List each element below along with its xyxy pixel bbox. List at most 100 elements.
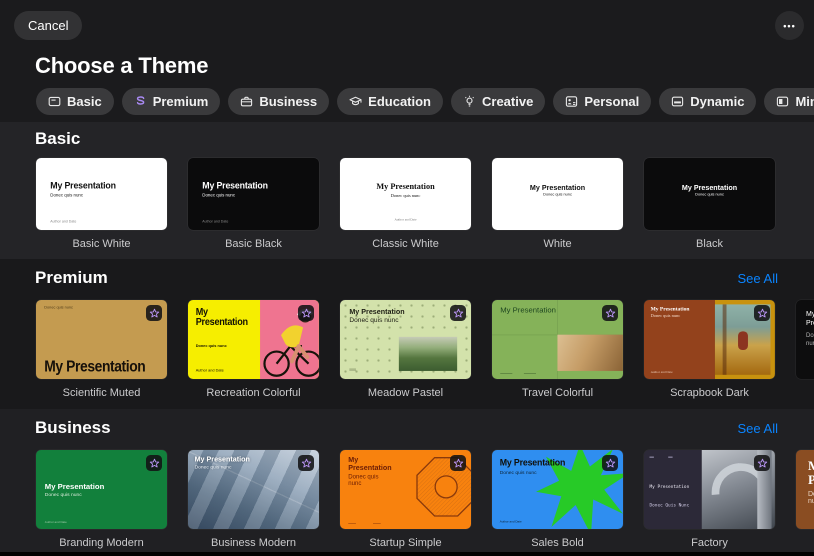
choose-theme-screen: Cancel ••• Choose a Theme Basic Premium … (0, 0, 814, 556)
theme-label: Travel Colorful (521, 387, 594, 399)
premium-badge (602, 455, 618, 471)
top-bar: Cancel ••• (0, 0, 814, 40)
theme-thumbnail-scrapbook-dark[interactable]: My Presentation Donec quis nunc Author a… (644, 300, 775, 379)
theme-label: Basic Black (225, 238, 282, 250)
meadow-photo (399, 336, 458, 371)
premium-badge (602, 305, 618, 321)
filter-chip-basic[interactable]: Basic (36, 88, 114, 115)
theme-label: Scientific Muted (62, 387, 141, 399)
tiny-text-mark (649, 456, 654, 458)
theme-thumbnail-travel-colorful[interactable]: My Presentation (492, 300, 623, 379)
theme-label: Factory (691, 537, 728, 549)
filter-chip-premium[interactable]: Premium (121, 88, 221, 115)
theme-card-scientific-muted: Donec quis nunc My Presentation Scientif… (36, 300, 167, 399)
see-all-premium-link[interactable]: See All (738, 271, 778, 286)
theme-card-partial: My Presentation Donec quis nunc (796, 450, 814, 549)
theme-thumbnail-white[interactable]: My Presentation Donec quis nunc (492, 158, 623, 230)
thumb-subtitle: Donec quis nunc (50, 192, 84, 198)
premium-badge (450, 305, 466, 321)
thumb-title: My Presentation (44, 357, 146, 375)
dune-photo (557, 334, 623, 372)
theme-thumbnail-startup-simple[interactable]: My Presentation Donec quis nunc (340, 450, 471, 529)
thumb-subtitle: Donec quis nunc (349, 315, 399, 324)
theme-label: Startup Simple (369, 537, 442, 549)
cancel-button[interactable]: Cancel (14, 11, 83, 40)
theme-thumbnail-scientific-muted[interactable]: Donec quis nunc My Presentation (36, 300, 167, 379)
theme-label: Sales Bold (531, 537, 584, 549)
premium-star-icon (301, 308, 311, 317)
theme-thumbnail-partial[interactable]: My Presentation Donec quis nunc (796, 300, 814, 379)
thumb-subtitle: Donec Quis Nunc (649, 502, 690, 508)
tiny-text-mark (523, 372, 536, 374)
premium-badge (298, 305, 314, 321)
thumb-subtitle: Donec quis nunc (650, 313, 681, 319)
filter-chip-label: Creative (482, 94, 534, 109)
filter-chip-creative[interactable]: Creative (451, 88, 546, 115)
thumb-title: My Presentation (376, 182, 435, 191)
theme-thumbnail-sales-bold[interactable]: My Presentation Donec quis nunc Author a… (492, 450, 623, 529)
dynamic-layout-icon (672, 96, 684, 107)
filter-chip-education[interactable]: Education (337, 88, 443, 115)
theme-thumbnail-basic-black[interactable]: My Presentation Donec quis nunc Author a… (188, 158, 319, 230)
theme-thumbnail-factory[interactable]: My Presentation Donec Quis Nunc (644, 450, 775, 529)
theme-thumbnail-recreation-colorful[interactable]: My Presentation Donec quis nunc Author a… (188, 300, 319, 379)
graduation-cap-icon (349, 96, 362, 106)
theme-label: Meadow Pastel (367, 387, 444, 399)
thumb-title: My Presentation (499, 458, 566, 468)
see-all-business-link[interactable]: See All (738, 421, 778, 436)
theme-card-travel-colorful: My Presentation Travel Colorful (492, 300, 623, 399)
section-title: Basic (35, 129, 81, 148)
thumb-subtitle: Donec quis nunc (390, 193, 421, 199)
more-options-button[interactable]: ••• (775, 11, 804, 40)
filter-chip-row: Basic Premium Business Education Creativ… (36, 88, 814, 115)
thumb-byline: Author and Date (50, 219, 77, 224)
thumb-byline: Author and Date (195, 368, 224, 373)
premium-squiggle-icon (136, 96, 145, 105)
section-premium: Premium See All Donec quis nunc My Prese… (0, 259, 814, 409)
theme-thumbnail-branding-modern[interactable]: My Presentation Donec quis nunc Author a… (36, 450, 167, 529)
filter-chip-minimal[interactable]: Minimal (764, 88, 814, 115)
thumb-title: My Presentation (44, 481, 105, 491)
minimal-layout-icon (777, 96, 789, 107)
thumb-title: My Presentation (681, 183, 738, 192)
thumb-subtitle: Donec quis nunc (806, 332, 814, 347)
factory-text-panel: My Presentation Donec Quis Nunc (644, 450, 702, 529)
theme-thumbnail-business-modern[interactable]: My Presentation Donec quis nunc (188, 450, 319, 529)
theme-thumbnail-classic-white[interactable]: My Presentation Donec quis nunc Author a… (340, 158, 471, 230)
section-title: Premium (35, 268, 108, 287)
tiny-text-mark (373, 522, 381, 524)
section-header: Premium See All (0, 268, 814, 288)
premium-badge (754, 305, 770, 321)
theme-thumbnail-basic-white[interactable]: My Presentation Donec quis nunc Author a… (36, 158, 167, 230)
tiny-text-mark (349, 368, 356, 371)
premium-badge (298, 455, 314, 471)
thumb-title: My Presentation (650, 306, 690, 313)
theme-label: Branding Modern (59, 537, 144, 549)
theme-thumbnail-meadow-pastel[interactable]: My Presentation Donec quis nunc (340, 300, 471, 379)
filter-chip-business[interactable]: Business (228, 88, 330, 115)
theme-card-scrapbook-dark: My Presentation Donec quis nunc Author a… (644, 300, 775, 399)
theme-thumbnail-black[interactable]: My Presentation Donec quis nunc (644, 158, 775, 230)
filter-chip-dynamic[interactable]: Dynamic (659, 88, 757, 115)
thumb-subtitle: Donec quis nunc (194, 464, 232, 470)
section-basic: Basic My Presentation Donec quis nunc Au… (0, 122, 814, 259)
thumb-byline: Author and Date (44, 520, 67, 525)
theme-chooser-sheet: Cancel ••• Choose a Theme Basic Premium … (0, 0, 814, 552)
thumb-title: My Presentation (195, 306, 248, 327)
theme-card-classic-white: My Presentation Donec quis nunc Author a… (340, 158, 471, 250)
thumb-subtitle: Donec quis nunc (348, 473, 379, 488)
theme-card-factory: My Presentation Donec Quis Nunc Factory (644, 450, 775, 549)
section-business: Business See All My Presentation Donec q… (0, 409, 814, 552)
theme-card-business-modern: My Presentation Donec quis nunc Business… (188, 450, 319, 549)
thumb-title: My Presentation (649, 484, 690, 490)
theme-label: White (543, 238, 572, 250)
theme-card-startup-simple: My Presentation Donec quis nunc Startup … (340, 450, 471, 549)
filter-chip-personal[interactable]: Personal (553, 88, 652, 115)
premium-badge (450, 455, 466, 471)
theme-label: Classic White (372, 238, 439, 250)
scrapbook-text-panel: My Presentation Donec quis nunc Author a… (644, 300, 715, 379)
theme-thumbnail-partial[interactable]: My Presentation Donec quis nunc (796, 450, 814, 529)
lightbulb-icon (465, 95, 474, 107)
theme-card-sales-bold: My Presentation Donec quis nunc Author a… (492, 450, 623, 549)
section-title: Business (35, 418, 111, 437)
